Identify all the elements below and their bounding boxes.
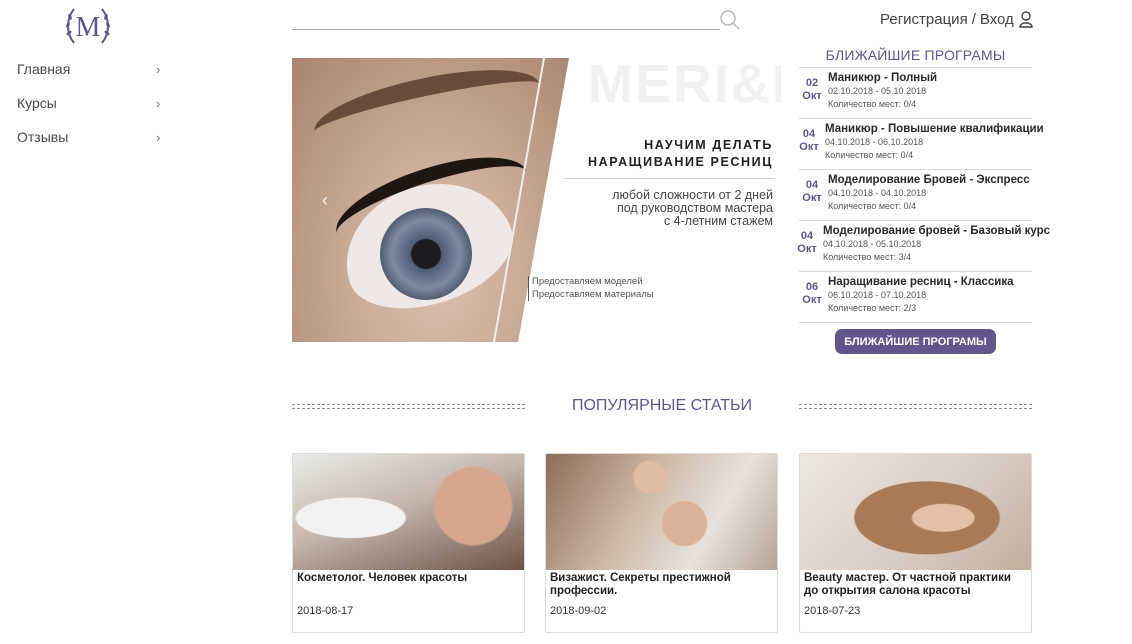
article-image[interactable] xyxy=(546,454,777,570)
program-date: 04 Окт xyxy=(797,128,821,154)
sidebar-nav: Главная › Курсы › Отзывы › xyxy=(0,52,180,154)
article-date: 2018-09-02 xyxy=(550,605,607,617)
program-day: 02 xyxy=(805,77,819,89)
popular-articles-title: ПОПУЛЯРНЫЕ СТАТЬИ xyxy=(571,397,753,414)
program-item[interactable]: 04 Окт Маникюр - Повышение квалификации … xyxy=(797,119,1044,170)
upcoming-programs-button[interactable]: БЛИЖАЙШИЕ ПРОГРАМЫ xyxy=(835,329,996,354)
upcoming-programs: БЛИЖАЙШИЕ ПРОГРАМЫ 02 Окт Маникюр - Полн… xyxy=(797,44,1050,354)
article-card[interactable]: Косметолог. Человек красоты 2018-08-17 xyxy=(292,453,525,633)
hero-rule xyxy=(563,178,775,179)
chevron-right-icon: › xyxy=(156,61,161,77)
program-info: Маникюр - Полный 02.10.2018 - 05.10.2018… xyxy=(828,71,937,111)
article-image[interactable] xyxy=(800,454,1031,570)
article-date: 2018-08-17 xyxy=(297,605,354,617)
program-day: 06 xyxy=(805,281,819,293)
program-info: Моделирование Бровей - Экспресс 04.10.20… xyxy=(828,173,1030,213)
program-range: 04.10.2018 - 05.10.2018 xyxy=(823,239,922,249)
search-input[interactable] xyxy=(292,8,720,28)
program-name[interactable]: Моделирование Бровей - Экспресс xyxy=(828,173,1030,187)
search-icon[interactable] xyxy=(719,9,741,31)
program-name[interactable]: Маникюр - Полный xyxy=(828,71,937,85)
article-title[interactable]: Визажист. Секреты престижной профессии. xyxy=(550,572,774,597)
hero-subtitle: любой сложности от 2 дней под руководств… xyxy=(612,189,773,228)
nav-item-courses[interactable]: Курсы › xyxy=(0,86,180,120)
chevron-right-icon: › xyxy=(156,95,161,111)
hero-subtitle-line: с 4-летним стажем xyxy=(663,214,773,228)
hero-title: НАУЧИМ ДЕЛАТЬ НАРАЩИВАНИЕ РЕСНИЦ xyxy=(588,137,773,171)
section-divider-right xyxy=(799,404,1032,409)
article-title[interactable]: Косметолог. Человек красоты xyxy=(297,572,521,585)
program-name[interactable]: Маникюр - Повышение квалификации xyxy=(825,122,1044,136)
program-item[interactable]: 04 Окт Моделирование бровей - Базовый ку… xyxy=(797,221,1050,272)
program-item[interactable]: 02 Окт Маникюр - Полный 02.10.2018 - 05.… xyxy=(799,68,1032,119)
program-seats: Количество мест: 0/4 xyxy=(828,99,917,109)
nav-item-label: Главная xyxy=(17,61,71,77)
program-month: Окт xyxy=(802,294,822,306)
program-info: Моделирование бровей - Базовый курс 04.1… xyxy=(823,224,1050,264)
hero-note: Предоставляем моделей xyxy=(532,276,643,287)
program-seats: Количество мест: 0/4 xyxy=(828,201,917,211)
auth-links: Регистрация / Вход xyxy=(880,11,1033,28)
programs-title: БЛИЖАЙШИЕ ПРОГРАМЫ xyxy=(799,44,1032,68)
article-image[interactable] xyxy=(293,454,524,570)
program-date: 04 Окт xyxy=(800,179,824,205)
chevron-right-icon: › xyxy=(156,129,161,145)
hero-slider[interactable]: MERI&MEDI ‹ НАУЧИМ ДЕЛАТЬ НАРАЩИВАНИЕ РЕ… xyxy=(292,58,781,342)
program-seats: Количество мест: 0/4 xyxy=(825,150,914,160)
program-day: 04 xyxy=(800,230,814,242)
logo[interactable]: M xyxy=(64,3,112,49)
hero-title-line: НАРАЩИВАНИЕ РЕСНИЦ xyxy=(588,155,773,169)
program-date: 04 Окт xyxy=(795,230,819,256)
program-range: 02.10.2018 - 05.10.2018 xyxy=(828,86,927,96)
hero-note: Предоставляем материалы xyxy=(532,288,654,300)
search-underline xyxy=(292,29,720,30)
article-date: 2018-07-23 xyxy=(804,605,861,617)
article-title[interactable]: Beauty мастер. От частной практики до от… xyxy=(804,572,1028,597)
article-card[interactable]: Визажист. Секреты престижной профессии. … xyxy=(545,453,778,633)
article-card[interactable]: Beauty мастер. От частной практики до от… xyxy=(799,453,1032,633)
program-range: 04.10.2018 - 06.10.2018 xyxy=(825,137,924,147)
program-month: Окт xyxy=(797,243,817,255)
program-info: Наращивание ресниц - Классика 06.10.2018… xyxy=(828,275,1014,315)
program-item[interactable]: 04 Окт Моделирование Бровей - Экспресс 0… xyxy=(799,170,1032,221)
user-icon[interactable] xyxy=(1019,11,1033,28)
program-range: 06.10.2018 - 07.10.2018 xyxy=(828,290,927,300)
nav-item-home[interactable]: Главная › xyxy=(0,52,180,86)
section-divider-left xyxy=(292,404,525,409)
program-info: Маникюр - Повышение квалификации 04.10.2… xyxy=(825,122,1044,162)
program-day: 04 xyxy=(805,179,819,191)
program-name[interactable]: Моделирование бровей - Базовый курс xyxy=(823,224,1050,238)
eyebrow-shape xyxy=(308,58,546,162)
nav-item-reviews[interactable]: Отзывы › xyxy=(0,120,180,154)
nav-item-label: Отзывы xyxy=(17,129,69,145)
auth-separator: / xyxy=(971,11,976,28)
program-date: 06 Окт xyxy=(800,281,824,307)
hero-watermark: MERI&MEDI xyxy=(588,58,781,114)
nav-item-label: Курсы xyxy=(17,95,57,111)
program-item[interactable]: 06 Окт Наращивание ресниц - Классика 06.… xyxy=(799,272,1032,323)
hero-notes: Предоставляем моделей Предоставляем мате… xyxy=(528,276,654,301)
program-range: 04.10.2018 - 04.10.2018 xyxy=(828,188,927,198)
logo-letter: M xyxy=(76,12,101,43)
program-month: Окт xyxy=(802,192,822,204)
login-link[interactable]: Вход xyxy=(980,11,1014,28)
program-seats: Количество мест: 2/3 xyxy=(828,303,917,313)
program-name[interactable]: Наращивание ресниц - Классика xyxy=(828,275,1014,289)
program-month: Окт xyxy=(802,90,822,102)
program-month: Окт xyxy=(799,141,819,153)
hero-title-line: НАУЧИМ ДЕЛАТЬ xyxy=(644,138,773,152)
program-day: 04 xyxy=(802,128,816,140)
register-link[interactable]: Регистрация xyxy=(880,11,968,28)
slider-prev-icon[interactable]: ‹ xyxy=(322,190,328,211)
program-date: 02 Окт xyxy=(800,77,824,103)
program-seats: Количество мест: 3/4 xyxy=(823,252,912,262)
